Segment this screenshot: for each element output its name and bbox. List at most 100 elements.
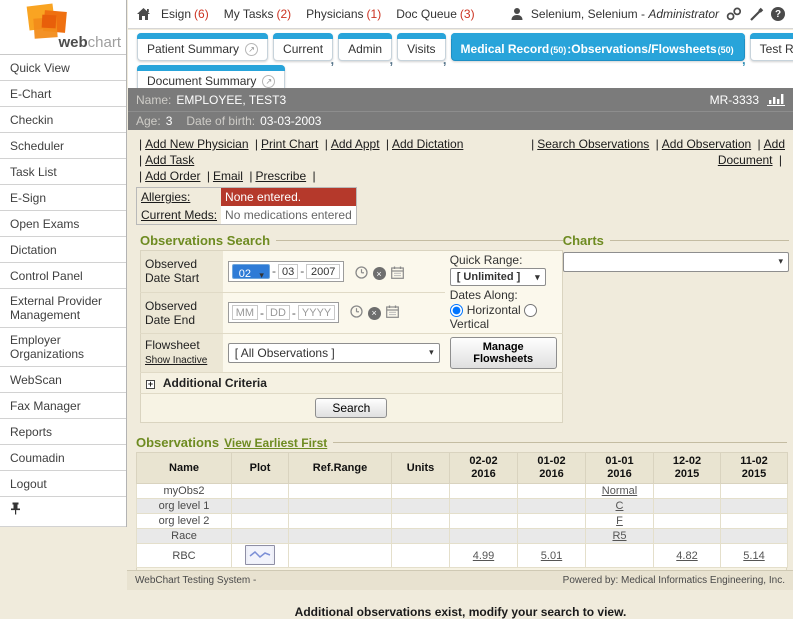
obs-value-link[interactable]: 4.99 xyxy=(473,550,494,562)
patient-chart-icon[interactable] xyxy=(767,93,785,106)
obs-name: myObs2 xyxy=(137,484,232,499)
observations-table: Name Plot Ref.Range Units 02-022016 01-0… xyxy=(136,452,788,568)
sidebar-item-task-list[interactable]: Task List xyxy=(0,159,126,185)
menu-item-physicians[interactable]: Physicians(1) xyxy=(306,7,381,21)
col-date-5: 11-022015 xyxy=(721,453,788,484)
add-task-link[interactable]: Add Task xyxy=(145,153,194,167)
tab-admin[interactable]: Admin xyxy=(338,33,392,61)
end-month-field[interactable]: MM xyxy=(232,305,258,320)
sidebar-item-employer-organizations[interactable]: Employer Organizations xyxy=(0,328,126,367)
sidebar-item-webscan[interactable]: WebScan xyxy=(0,367,126,393)
allergies-link[interactable]: Allergies: xyxy=(141,190,190,204)
sidebar-item-reports[interactable]: Reports xyxy=(0,419,126,445)
start-day-field[interactable]: 03 xyxy=(278,264,298,279)
current-meds-link[interactable]: Current Meds: xyxy=(141,208,217,222)
sidebar-item-control-panel[interactable]: Control Panel xyxy=(0,263,126,289)
add-order-link[interactable]: Add Order xyxy=(145,169,200,183)
menu-item-my-tasks[interactable]: My Tasks(2) xyxy=(224,7,291,21)
show-inactive-link[interactable]: Show Inactive xyxy=(145,355,207,366)
popup-icon[interactable] xyxy=(262,75,275,88)
charts-title: Charts xyxy=(563,233,604,248)
manage-flowsheets-button[interactable]: Manage Flowsheets xyxy=(450,337,557,369)
col-date-3: 01-012016 xyxy=(586,453,654,484)
add-observation-link[interactable]: Add Observation xyxy=(662,137,751,151)
sidebar-item-open-exams[interactable]: Open Exams xyxy=(0,211,126,237)
expand-icon[interactable] xyxy=(146,380,155,389)
menu-item-doc-queue[interactable]: Doc Queue(3) xyxy=(396,7,474,21)
sidebar-item-scheduler[interactable]: Scheduler xyxy=(0,133,126,159)
sidebar-item-external-provider-management[interactable]: External Provider Management xyxy=(0,289,126,328)
obs-value-link[interactable]: 4.82 xyxy=(676,550,697,562)
popup-icon[interactable] xyxy=(245,43,258,56)
current-meds-value: No medications entered xyxy=(221,206,356,224)
obs-value-link[interactable]: 5.01 xyxy=(541,550,562,562)
end-year-field[interactable]: YYYY xyxy=(298,305,335,320)
obs-value-link[interactable]: F xyxy=(616,515,623,527)
view-earliest-first-link[interactable]: View Earliest First xyxy=(224,436,327,450)
vertical-radio[interactable] xyxy=(524,304,537,317)
sidebar-item-dictation[interactable]: Dictation xyxy=(0,237,126,263)
sidebar-item-fax-manager[interactable]: Fax Manager xyxy=(0,393,126,419)
flowsheet-select[interactable]: [ All Observations ] xyxy=(228,343,440,363)
sidebar-item-e-chart[interactable]: E-Chart xyxy=(0,81,126,107)
start-year-field[interactable]: 2007 xyxy=(306,264,340,279)
patient-age: 3 xyxy=(166,114,173,128)
obs-value-link[interactable]: C xyxy=(616,500,624,512)
clear-date-icon[interactable] xyxy=(368,307,381,320)
start-month-field[interactable]: 02 xyxy=(232,264,270,279)
add-appt-link[interactable]: Add Appt xyxy=(331,137,380,151)
sidebar-item-quick-view[interactable]: Quick View xyxy=(0,55,126,81)
time-icon[interactable] xyxy=(350,305,363,321)
observations-search-title: Observations Search xyxy=(140,233,270,248)
user-label: Selenium, Selenium - Administrator xyxy=(531,7,719,21)
sidebar-item-logout[interactable]: Logout xyxy=(0,471,126,497)
additional-criteria-label[interactable]: Additional Criteria xyxy=(163,376,267,390)
wand-icon[interactable] xyxy=(749,7,764,21)
col-name: Name xyxy=(137,453,232,484)
print-chart-link[interactable]: Print Chart xyxy=(261,137,318,151)
user-icon xyxy=(510,7,524,21)
obs-value-link[interactable]: Normal xyxy=(602,485,637,497)
prescribe-link[interactable]: Prescribe xyxy=(255,169,306,183)
observed-date-start-label: Observed Date Start xyxy=(141,251,223,293)
tab-test-results[interactable]: Test Results xyxy=(750,33,793,61)
add-dictation-link[interactable]: Add Dictation xyxy=(392,137,463,151)
horizontal-radio[interactable] xyxy=(450,304,463,317)
pin-icon xyxy=(10,502,21,519)
sidebar-item-coumadin[interactable]: Coumadin xyxy=(0,445,126,471)
observed-date-end-input[interactable]: MM - DD - YYYY xyxy=(228,302,340,323)
add-new-physician-link[interactable]: Add New Physician xyxy=(145,137,248,151)
quick-range-select[interactable]: [ Unlimited ] xyxy=(450,268,546,286)
sidebar-pin-toggle[interactable] xyxy=(0,497,126,527)
patient-name-label: Name: xyxy=(136,93,171,107)
col-date-4: 12-022015 xyxy=(654,453,721,484)
sidebar-item-e-sign[interactable]: E-Sign xyxy=(0,185,126,211)
calendar-icon[interactable] xyxy=(391,266,404,282)
observed-date-start-input[interactable]: 02 - 03 - 2007 xyxy=(228,261,345,282)
plot-button[interactable] xyxy=(245,545,275,565)
link-icon[interactable] xyxy=(726,7,742,21)
home-icon[interactable] xyxy=(136,7,151,21)
menu-item-esign[interactable]: Esign(6) xyxy=(161,7,209,21)
obs-value-link[interactable]: 5.14 xyxy=(743,550,764,562)
search-observations-link[interactable]: Search Observations xyxy=(537,137,649,151)
time-icon[interactable] xyxy=(355,266,368,282)
clear-date-icon[interactable] xyxy=(373,267,386,280)
tab-medical-record-observations[interactable]: Medical Record(50):Observations/Flowshee… xyxy=(451,33,745,61)
col-date-1: 02-022016 xyxy=(450,453,518,484)
webchart-logo[interactable]: webchart xyxy=(0,0,126,55)
end-day-field[interactable]: DD xyxy=(266,305,290,320)
search-button[interactable]: Search xyxy=(315,398,387,418)
tab-visits[interactable]: Visits xyxy=(397,33,445,61)
sidebar-item-checkin[interactable]: Checkin xyxy=(0,107,126,133)
help-icon[interactable] xyxy=(771,7,785,21)
obs-value-link[interactable]: R5 xyxy=(612,530,626,542)
dates-along-label: Dates Along: xyxy=(450,288,557,302)
calendar-icon[interactable] xyxy=(386,305,399,321)
observations-section: Observations View Earliest First Name Pl… xyxy=(136,435,787,587)
charts-select[interactable] xyxy=(563,252,789,272)
tab-patient-summary[interactable]: Patient Summary xyxy=(137,33,268,61)
tab-current[interactable]: Current xyxy=(273,33,333,61)
allergies-meds-box: Allergies: None entered. Current Meds: N… xyxy=(136,187,357,225)
email-link[interactable]: Email xyxy=(213,169,243,183)
